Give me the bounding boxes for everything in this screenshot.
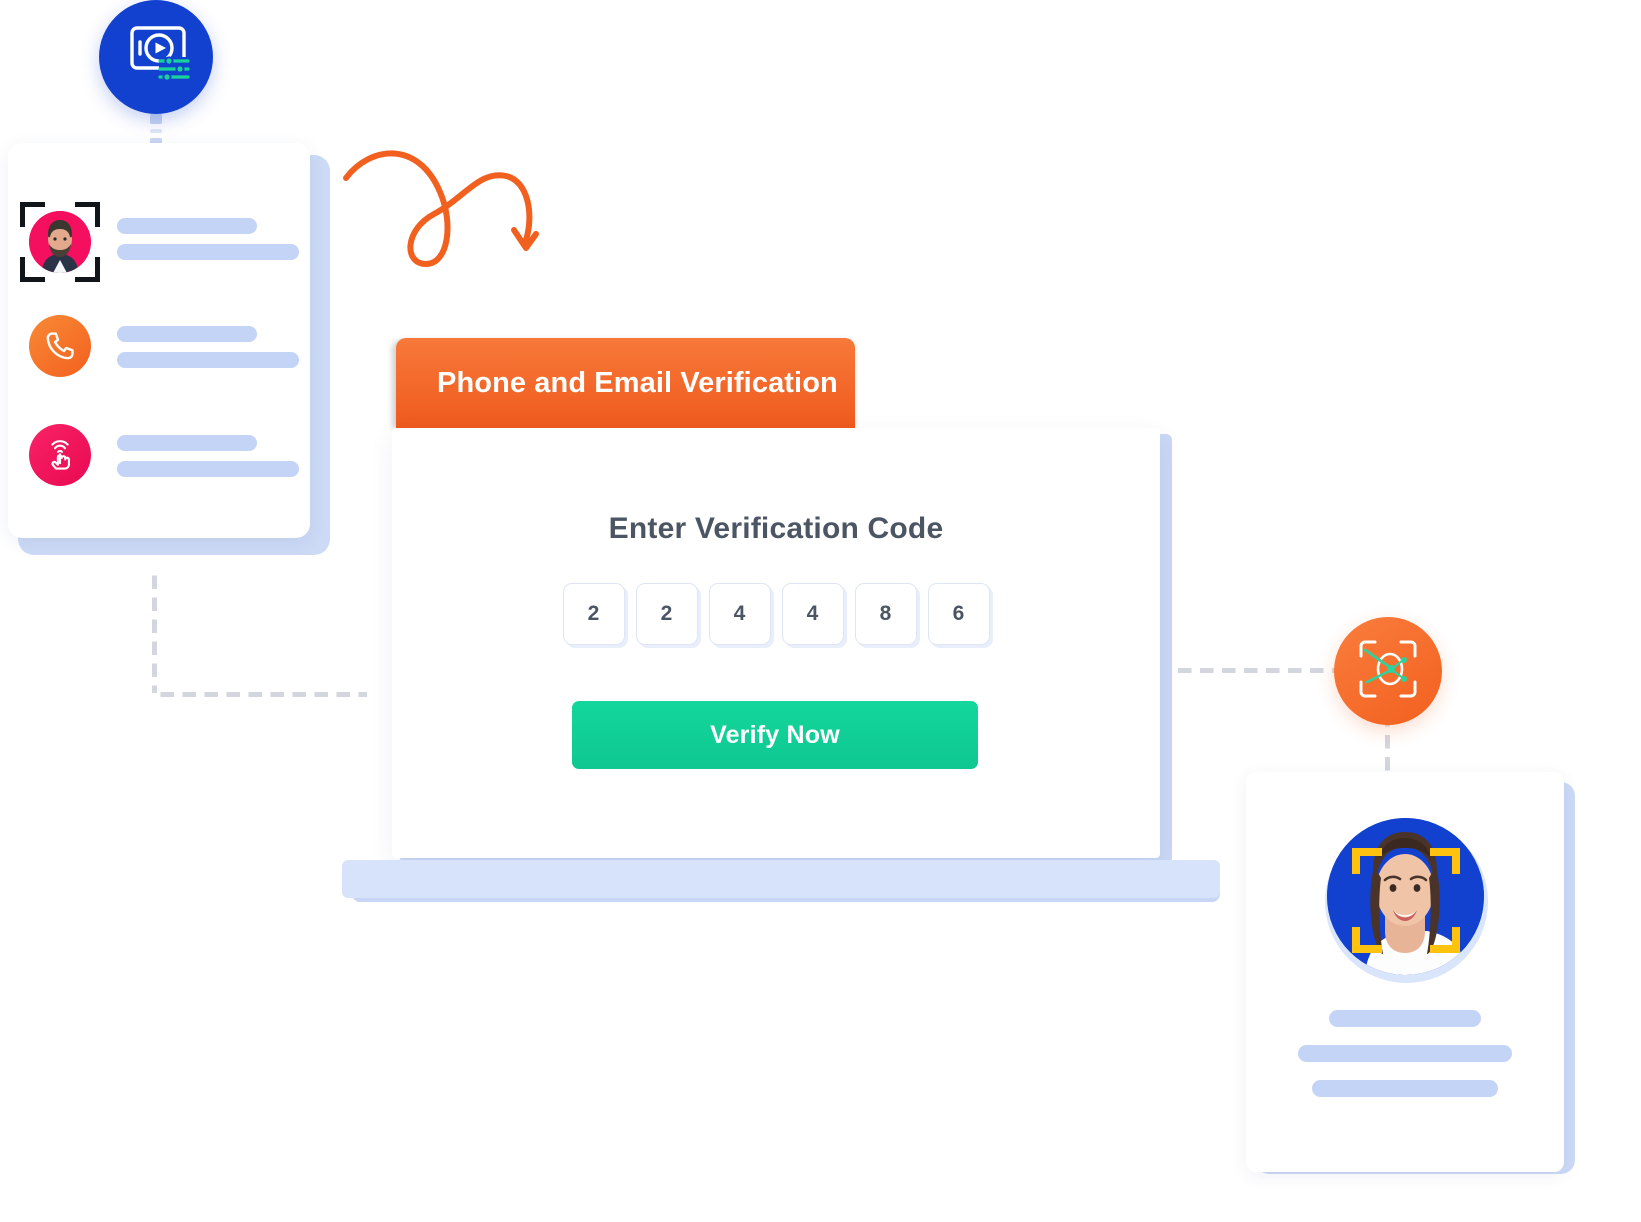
card-row-biometric xyxy=(20,424,300,494)
connector-right-horizontal xyxy=(1175,668,1335,673)
placeholder-bar xyxy=(117,352,299,368)
card-row-face xyxy=(20,200,300,284)
code-digit-box-5[interactable]: 8 xyxy=(854,583,917,645)
illustration-canvas: Phone and Email Verification Enter Verif… xyxy=(0,0,1641,1222)
code-digit-box-4[interactable]: 4 xyxy=(781,583,844,645)
page-title: Enter Verification Code xyxy=(608,512,944,545)
video-player-settings-icon xyxy=(119,23,193,92)
face-scan-frame-icon xyxy=(1357,638,1419,705)
verification-code-input-group[interactable]: 2 2 4 4 8 6 xyxy=(392,583,1160,645)
phone-call-icon xyxy=(29,315,91,377)
code-digit-box-2[interactable]: 2 xyxy=(635,583,698,645)
placeholder-bar xyxy=(117,244,299,260)
face-scan-avatar-icon xyxy=(29,211,91,273)
card-row-phone xyxy=(20,315,300,385)
code-digit-box-6[interactable]: 6 xyxy=(927,583,990,645)
laptop-base xyxy=(342,860,1220,898)
verify-now-button[interactable]: Verify Now xyxy=(572,701,978,769)
connector-left-vertical xyxy=(152,568,157,693)
placeholder-bar xyxy=(117,218,257,234)
profile-placeholder-bars xyxy=(1246,1010,1564,1115)
connector-left-horizontal xyxy=(152,692,367,697)
identity-document-card xyxy=(8,143,310,538)
face-scan-badge xyxy=(1334,617,1442,725)
decorative-curved-arrow xyxy=(330,138,570,283)
face-scan-frame-icon xyxy=(1352,848,1460,953)
placeholder-bar xyxy=(1298,1045,1512,1062)
placeholder-bar xyxy=(117,326,257,342)
media-player-badge xyxy=(99,0,213,114)
code-digit-box-1[interactable]: 2 xyxy=(562,583,625,645)
placeholder-bar xyxy=(1329,1010,1481,1027)
placeholder-bar xyxy=(1312,1080,1498,1097)
banner-title: Phone and Email Verification xyxy=(437,366,838,399)
verification-banner: Phone and Email Verification xyxy=(396,338,855,428)
placeholder-bar xyxy=(117,435,257,451)
fingerprint-touch-icon xyxy=(29,424,91,486)
placeholder-bar xyxy=(117,461,299,477)
code-digit-box-3[interactable]: 4 xyxy=(708,583,771,645)
